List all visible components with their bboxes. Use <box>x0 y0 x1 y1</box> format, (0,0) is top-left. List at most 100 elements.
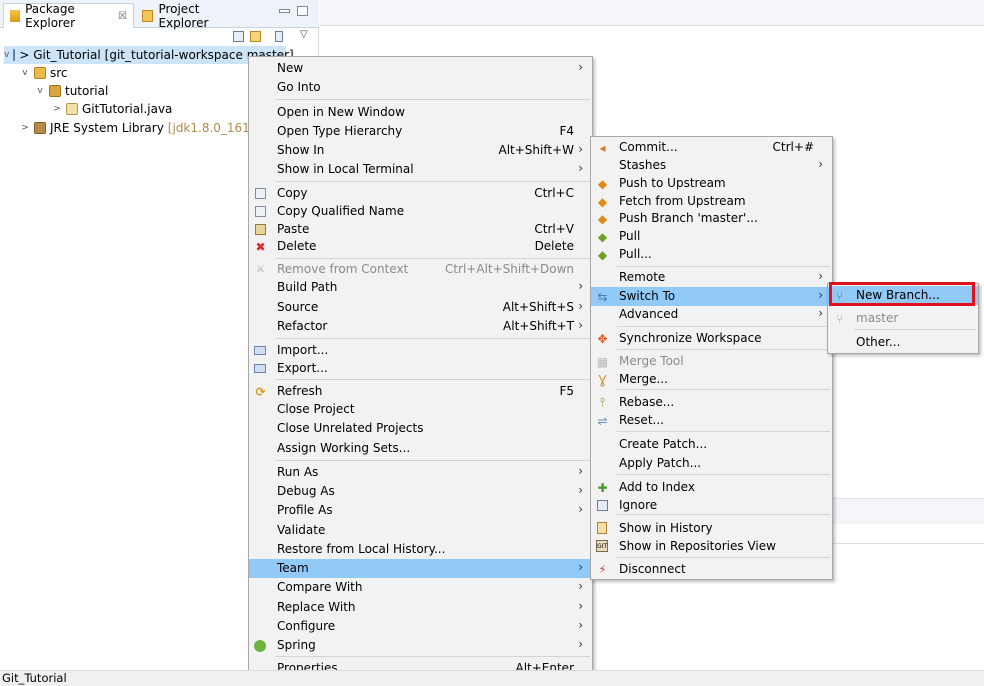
tab-package-explorer-label: Package Explorer <box>25 2 76 30</box>
menu-item-debug-as[interactable]: Debug As › <box>249 482 592 501</box>
merge-icon: Ɣ <box>598 372 607 387</box>
menu-item-reset[interactable]: ⇌ Reset... <box>591 411 832 430</box>
plus-icon: ✚ <box>597 480 608 495</box>
menu-item-copy[interactable]: Copy Ctrl+C <box>249 184 592 203</box>
maximize-button[interactable] <box>297 6 308 16</box>
menu-item-refactor[interactable]: Refactor Alt+Shift+T › <box>249 317 592 336</box>
menu-item-spring[interactable]: Spring › <box>249 636 592 655</box>
tree-item-tutorial[interactable]: v tutorial <box>35 82 108 100</box>
menu-separator <box>275 258 590 259</box>
disconnect-icon: ⚡ <box>598 563 607 576</box>
menu-item-show-in-repositories-view[interactable]: GIT Show in Repositories View <box>591 537 832 556</box>
tab-project-explorer[interactable]: Project Explorer <box>136 1 254 30</box>
menu-item-close-project[interactable]: Close Project <box>249 400 592 419</box>
menu-item-label: Synchronize Workspace <box>619 331 762 345</box>
menu-item-commit[interactable]: ◂ Commit... Ctrl+# <box>591 138 832 157</box>
menu-item-label: Open Type Hierarchy <box>277 124 403 138</box>
tree-item-jre-library[interactable]: > JRE System Library [jdk1.8.0_161] <box>20 119 254 137</box>
menu-item-export[interactable]: Export... <box>249 359 592 378</box>
menu-item-switch-to[interactable]: ⇆ Switch To › <box>591 287 832 306</box>
menu-item-go-into[interactable]: Go Into <box>249 78 592 97</box>
menu-item-source[interactable]: Source Alt+Shift+S › <box>249 298 592 317</box>
menu-item-stashes[interactable]: Stashes › <box>591 156 832 175</box>
menu-item-label: Pull <box>619 229 641 243</box>
collapse-all-icon[interactable] <box>233 31 244 42</box>
menu-item-profile-as[interactable]: Profile As › <box>249 501 592 520</box>
menu-item-compare-with[interactable]: Compare With › <box>249 578 592 597</box>
export-icon <box>254 364 266 373</box>
menu-item-close-unrelated-projects[interactable]: Close Unrelated Projects <box>249 419 592 438</box>
menu-item-run-as[interactable]: Run As › <box>249 463 592 482</box>
menu-item-open-in-new-window[interactable]: Open in New Window <box>249 103 592 122</box>
tab-project-explorer-label: Project Explorer <box>158 1 209 30</box>
menu-item-pull-dialog[interactable]: ◆ Pull... <box>591 245 832 264</box>
menu-item-replace-with[interactable]: Replace With › <box>249 598 592 617</box>
chevron-down-icon[interactable]: v <box>4 50 9 60</box>
menu-item-label: Open in New Window <box>277 105 405 119</box>
menu-item-show-in-history[interactable]: Show in History <box>591 519 832 538</box>
menu-item-label: Validate <box>277 523 326 537</box>
chevron-down-icon[interactable]: v <box>35 86 45 96</box>
menu-item-merge-tool[interactable]: ▦ Merge Tool <box>591 352 832 371</box>
menu-item-disconnect[interactable]: ⚡ Disconnect <box>591 560 832 579</box>
menu-item-label: Merge Tool <box>619 354 684 368</box>
menu-item-new[interactable]: New › <box>249 59 592 78</box>
minimize-button[interactable] <box>279 9 290 13</box>
menu-item-show-in-local-terminal[interactable]: Show in Local Terminal › <box>249 160 592 179</box>
menu-item-assign-working-sets[interactable]: Assign Working Sets... <box>249 439 592 458</box>
menu-item-push-to-upstream[interactable]: ◆ Push to Upstream <box>591 174 832 193</box>
menu-item-add-to-index[interactable]: ✚ Add to Index <box>591 478 832 497</box>
menu-item-remove-from-context[interactable]: ⚔ Remove from Context Ctrl+Alt+Shift+Down <box>249 260 592 279</box>
menu-item-merge[interactable]: Ɣ Merge... <box>591 370 832 389</box>
tree-item-label: src <box>50 66 68 80</box>
menu-item-label: Debug As <box>277 484 335 498</box>
menu-item-advanced[interactable]: Advanced › <box>591 305 832 324</box>
menu-item-push-branch[interactable]: ◆ Push Branch 'master'... <box>591 209 832 228</box>
tree-item-src[interactable]: v src <box>20 64 68 82</box>
menu-item-apply-patch[interactable]: Apply Patch... <box>591 454 832 473</box>
menu-item-validate[interactable]: Validate <box>249 521 592 540</box>
chevron-right-icon: › <box>818 269 823 283</box>
status-bar: Git_Tutorial <box>0 670 984 686</box>
tree-item-gittutorial-java[interactable]: > GitTutorial.java <box>52 100 172 118</box>
menu-item-label: Refactor <box>277 319 328 333</box>
focus-icon[interactable] <box>275 31 283 42</box>
view-menu-chevron-down-icon[interactable]: ▽ <box>300 29 308 40</box>
menu-item-label: Copy Qualified Name <box>277 204 405 218</box>
menu-item-pull[interactable]: ◆ Pull <box>591 227 832 246</box>
tree-item-git-tutorial[interactable]: v > Git_Tutorial [git_tutorial-workspace… <box>4 46 294 64</box>
tab-package-explorer[interactable]: Package Explorer ☒ <box>3 2 134 30</box>
menu-separator <box>617 514 830 515</box>
menu-item-label: Remote <box>619 270 666 284</box>
chevron-right-icon[interactable]: > <box>20 123 30 133</box>
menu-item-show-in[interactable]: Show In Alt+Shift+W › <box>249 141 592 160</box>
menu-shortcut: F5 <box>559 384 574 398</box>
menu-item-restore-from-local-history[interactable]: Restore from Local History... <box>249 540 592 559</box>
menu-item-branch-master[interactable]: ⑂ master <box>828 309 978 328</box>
menu-item-team[interactable]: Team › <box>249 559 592 578</box>
menu-item-label: Restore from Local History... <box>277 542 446 556</box>
close-icon[interactable]: ☒ <box>118 11 127 22</box>
menu-item-label: New <box>277 61 304 75</box>
menu-item-configure[interactable]: Configure › <box>249 617 592 636</box>
menu-item-open-type-hierarchy[interactable]: Open Type Hierarchy F4 <box>249 122 592 141</box>
menu-item-label: Replace With <box>277 600 356 614</box>
menu-item-refresh[interactable]: ⟳ Refresh F5 <box>249 382 592 401</box>
menu-item-other[interactable]: Other... <box>828 333 978 352</box>
menu-item-copy-qualified-name[interactable]: Copy Qualified Name <box>249 202 592 221</box>
menu-item-build-path[interactable]: Build Path › <box>249 278 592 297</box>
menu-item-ignore[interactable]: Ignore <box>591 496 832 515</box>
menu-item-label: Advanced <box>619 307 679 321</box>
menu-item-rebase[interactable]: ⫯ Rebase... <box>591 393 832 412</box>
chevron-right-icon[interactable]: > <box>52 104 62 114</box>
menu-item-delete[interactable]: ✖ Delete Delete <box>249 237 592 256</box>
menu-item-remote[interactable]: Remote › <box>591 268 832 287</box>
import-icon <box>254 346 266 355</box>
link-with-editor-icon[interactable] <box>250 31 261 42</box>
menu-separator <box>275 460 590 461</box>
menu-item-import[interactable]: Import... <box>249 341 592 360</box>
menu-item-create-patch[interactable]: Create Patch... <box>591 435 832 454</box>
chevron-down-icon[interactable]: v <box>20 68 30 78</box>
pull-icon: ◆ <box>597 229 608 244</box>
menu-item-synchronize-workspace[interactable]: ✥ Synchronize Workspace <box>591 329 832 348</box>
